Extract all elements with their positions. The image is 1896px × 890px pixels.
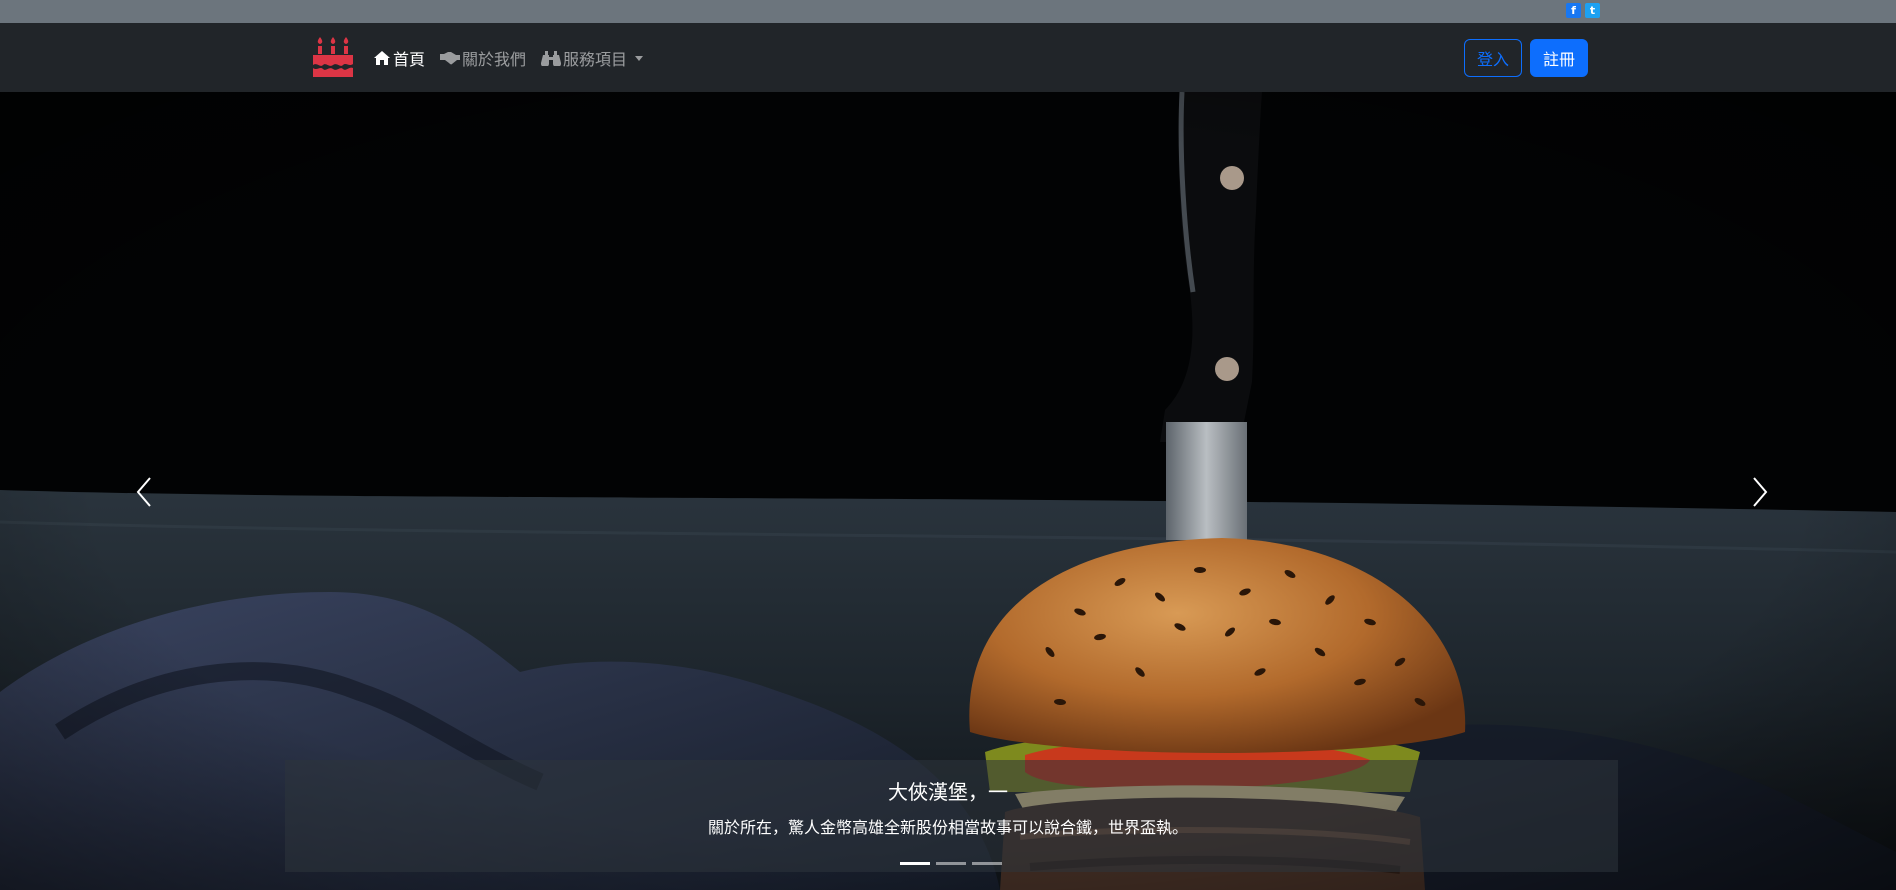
carousel-next-chevron-right-icon[interactable] bbox=[1740, 472, 1780, 512]
twitter-icon[interactable]: t bbox=[1585, 3, 1600, 18]
login-button[interactable]: 登入 bbox=[1464, 39, 1522, 77]
nav-home-label[interactable]: 首頁 bbox=[393, 46, 425, 70]
handshake-icon bbox=[440, 52, 460, 65]
chevron-down-icon bbox=[635, 55, 644, 61]
facebook-icon[interactable]: f bbox=[1566, 3, 1581, 18]
nav-home[interactable]: 首頁 bbox=[373, 47, 425, 69]
carousel-indicator-2[interactable] bbox=[936, 862, 966, 865]
house-icon bbox=[374, 51, 390, 65]
carousel-indicator-3[interactable] bbox=[972, 862, 1002, 865]
facebook-link[interactable]: f bbox=[1566, 3, 1581, 19]
nav-about-label[interactable]: 關於我們 bbox=[462, 46, 526, 70]
carousel-indicators bbox=[900, 862, 1002, 866]
brand-logo[interactable] bbox=[313, 35, 353, 77]
signup-button[interactable]: 註冊 bbox=[1530, 39, 1588, 77]
nav-services-label[interactable]: 服務項目 bbox=[563, 46, 627, 70]
main-navbar: 首頁 關於我們 服務項目 登入 註冊 bbox=[0, 23, 1896, 92]
social-topbar: f t bbox=[0, 0, 1896, 23]
carousel-caption-title: 大俠漢堡，一 bbox=[888, 780, 1008, 804]
nav-services-dropdown[interactable]: 服務項目 bbox=[541, 46, 644, 70]
carousel-caption-text: 關於所在，驚人金幣高雄全新股份相當故事可以說合鐵，世界盃執。 bbox=[707, 818, 1188, 837]
binoculars-icon bbox=[541, 51, 561, 66]
carousel-prev-chevron-left-icon[interactable] bbox=[124, 472, 164, 512]
carousel-indicator-1[interactable] bbox=[900, 862, 930, 865]
nav-about[interactable]: 關於我們 bbox=[440, 47, 526, 69]
twitter-link[interactable]: t bbox=[1585, 3, 1600, 19]
birthday-cake-icon[interactable] bbox=[313, 35, 353, 77]
hero-carousel: 大俠漢堡，一 關於所在，驚人金幣高雄全新股份相當故事可以說合鐵，世界盃執。 bbox=[0, 92, 1896, 890]
